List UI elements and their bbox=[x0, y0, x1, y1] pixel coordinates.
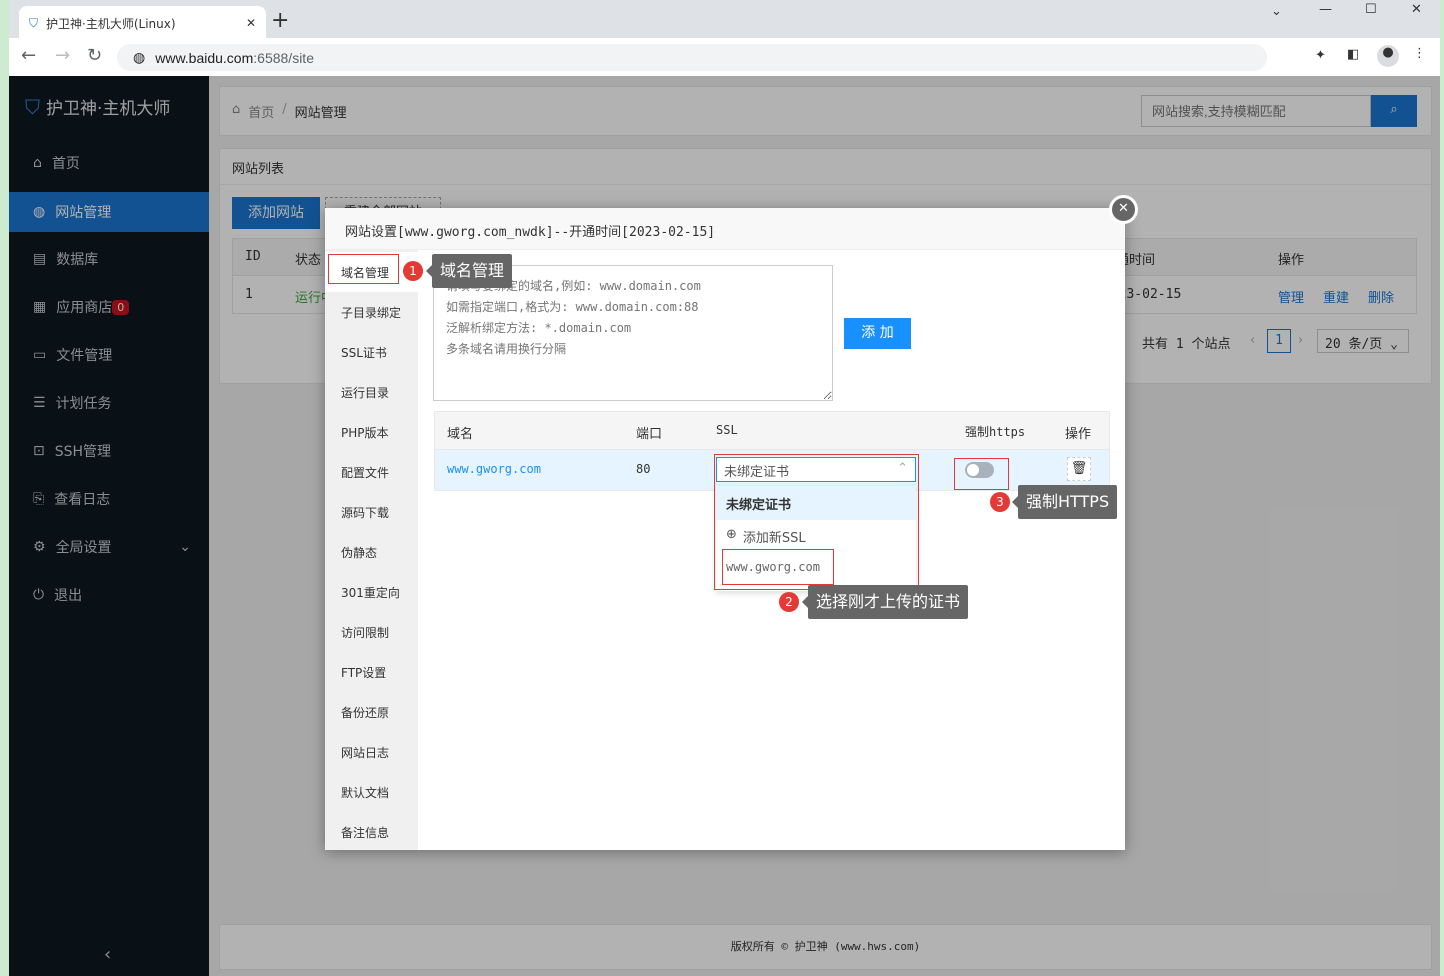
browser-chrome: ⛉ 护卫神·主机大师(Linux) ✕ + ⌄ — ☐ ✕ ← → ↻ ◍ ww… bbox=[9, 0, 1440, 76]
minimize-button[interactable]: — bbox=[1319, 2, 1332, 17]
maximize-button[interactable]: ☐ bbox=[1365, 2, 1377, 17]
globe-icon: ◍ bbox=[133, 49, 146, 65]
col-force-https: 强制https bbox=[965, 425, 1026, 439]
annotation-label: 强制HTTPS bbox=[1011, 485, 1118, 519]
close-modal-button[interactable]: ✕ bbox=[1109, 195, 1138, 224]
modal-title: 网站设置[www.gworg.com_nwdk]--开通时间[2023-02-1… bbox=[325, 208, 1125, 250]
settings-tab[interactable]: 伪静态 bbox=[325, 532, 418, 572]
annotation-number: 3 bbox=[990, 492, 1010, 512]
shield-icon: ⛉ bbox=[29, 15, 39, 30]
settings-tab[interactable]: 默认文档 bbox=[325, 772, 418, 812]
settings-tab[interactable]: SSL证书 bbox=[325, 332, 418, 372]
port-value: 80 bbox=[636, 462, 651, 476]
tab-title: 护卫神·主机大师(Linux) bbox=[46, 16, 176, 31]
highlight-box bbox=[954, 458, 1009, 490]
close-tab-icon[interactable]: ✕ bbox=[246, 16, 256, 30]
settings-tab[interactable]: 301重定向 bbox=[325, 572, 418, 612]
browser-tab[interactable]: ⛉ 护卫神·主机大师(Linux) ✕ bbox=[19, 6, 266, 40]
settings-tab[interactable]: FTP设置 bbox=[325, 652, 418, 692]
annotation-label: 选择刚才上传的证书 bbox=[801, 585, 969, 619]
annotation-number: 2 bbox=[779, 592, 799, 612]
annotation-number: 1 bbox=[403, 261, 423, 281]
site-settings-modal: 网站设置[www.gworg.com_nwdk]--开通时间[2023-02-1… bbox=[325, 208, 1125, 850]
url-path: :6588/site bbox=[253, 49, 314, 66]
settings-tab[interactable]: 访问限制 bbox=[325, 612, 418, 652]
trash-icon[interactable]: 🗑 bbox=[1067, 457, 1091, 481]
settings-tab[interactable]: 配置文件 bbox=[325, 452, 418, 492]
add-domain-button[interactable]: 添 加 bbox=[844, 318, 911, 349]
settings-tab[interactable]: 网站日志 bbox=[325, 732, 418, 772]
forward-icon[interactable]: → bbox=[55, 45, 70, 66]
settings-tab[interactable]: 子目录绑定 bbox=[325, 292, 418, 332]
col-port: 端口 bbox=[636, 427, 663, 442]
col-domain: 域名 bbox=[447, 427, 474, 442]
settings-tab[interactable]: PHP版本 bbox=[325, 412, 418, 452]
extension-icon[interactable]: ✦ bbox=[1315, 48, 1326, 63]
settings-tabs: 域名管理 子目录绑定 SSL证书 运行目录 PHP版本 配置文件 源码下载 伪静态 301重定向… bbox=[325, 250, 418, 850]
tab-search-icon[interactable]: ⌄ bbox=[1271, 4, 1282, 19]
col-ssl: SSL bbox=[716, 423, 738, 437]
back-icon[interactable]: ← bbox=[21, 45, 36, 66]
annotation-label: 域名管理 bbox=[425, 254, 513, 288]
settings-tab[interactable]: 运行目录 bbox=[325, 372, 418, 412]
profile-icon[interactable]: ● bbox=[1377, 45, 1399, 67]
settings-tab[interactable]: 备份还原 bbox=[325, 692, 418, 732]
close-window-button[interactable]: ✕ bbox=[1411, 2, 1422, 17]
toolbar: ← → ↻ ◍ www.baidu.com:6588/site ✦ ◧ ● ⋮ bbox=[9, 38, 1440, 76]
new-tab-button[interactable]: + bbox=[271, 8, 289, 33]
url-host: www.baidu.com bbox=[155, 49, 254, 66]
highlight-box bbox=[328, 254, 399, 284]
reload-icon[interactable]: ↻ bbox=[87, 45, 102, 66]
settings-tab[interactable]: 备注信息 bbox=[325, 812, 418, 852]
menu-icon[interactable]: ⋮ bbox=[1413, 46, 1426, 61]
highlight-box bbox=[722, 549, 834, 585]
sidepanel-icon[interactable]: ◧ bbox=[1347, 47, 1359, 62]
table-header: 域名 端口 SSL 强制https 操作 bbox=[435, 412, 1109, 450]
settings-tab[interactable]: 源码下载 bbox=[325, 492, 418, 532]
col-actions: 操作 bbox=[1065, 427, 1092, 442]
address-bar[interactable]: ◍ www.baidu.com:6588/site bbox=[117, 44, 1267, 71]
domain-link[interactable]: www.gworg.com bbox=[447, 462, 541, 476]
